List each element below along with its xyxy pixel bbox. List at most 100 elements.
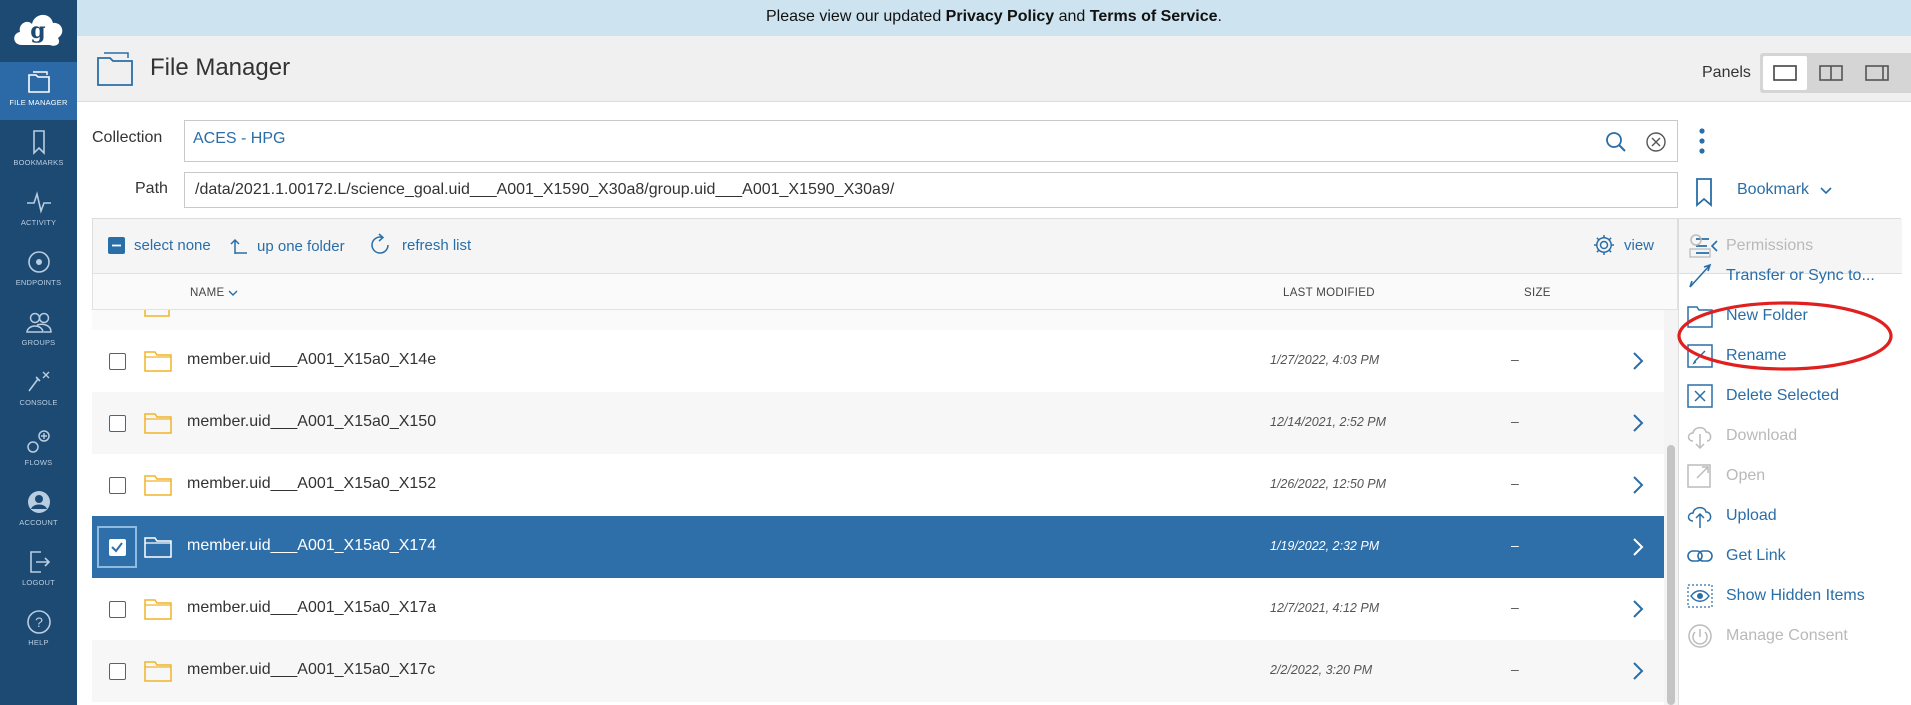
action-upload[interactable]: Upload [1686, 501, 1777, 531]
logout-icon [29, 551, 50, 573]
sidebar-panel-icon [1865, 65, 1889, 81]
scrollbar-thumb[interactable] [1667, 445, 1675, 705]
row-checkbox[interactable] [109, 415, 126, 432]
file-modified: 1/26/2022, 12:50 PM [1270, 477, 1387, 491]
action-rename[interactable]: Rename [1686, 341, 1786, 371]
banner-text: Please view our updated [766, 8, 946, 25]
panel-with-sidebar-button[interactable] [1855, 56, 1899, 90]
nav-file-manager[interactable]: FILE MANAGER [0, 62, 77, 120]
nav-bookmarks[interactable]: BOOKMARKS [0, 122, 77, 180]
file-table-header: NAME LAST MODIFIED SIZE [92, 273, 1678, 310]
nav-endpoints[interactable]: ENDPOINTS [0, 242, 77, 300]
table-row[interactable]: member.uid___A001_X15a0_X174 1/19/2022, 2… [92, 516, 1664, 578]
dual-panel-button[interactable] [1809, 56, 1853, 90]
link-icon [1687, 550, 1713, 562]
row-checkbox[interactable] [109, 539, 126, 556]
file-size: – [1511, 475, 1519, 491]
terms-of-service-link[interactable]: Terms of Service [1090, 8, 1218, 25]
chevron-right-icon[interactable] [1632, 537, 1644, 557]
file-toolbar: select none up one folder refresh list v… [92, 218, 1678, 273]
download-icon [1687, 426, 1712, 450]
actions-panel: Permissions Transfer or Sync to... New Fol… [1678, 218, 1902, 705]
chevron-right-icon[interactable] [1632, 475, 1644, 495]
action-open: Open [1686, 461, 1765, 491]
action-new-folder[interactable]: New Folder [1686, 301, 1808, 331]
up-one-folder-button[interactable]: up one folder [230, 237, 345, 255]
permissions-icon [1689, 234, 1711, 258]
name-column-label: NAME [190, 287, 225, 299]
file-modified: 12/14/2021, 2:52 PM [1270, 415, 1387, 429]
table-row[interactable]: member.uid___A001_X15a0_X152 1/26/2022, 1… [92, 454, 1664, 516]
folder-icon [144, 599, 172, 620]
select-none-label: select none [134, 237, 211, 254]
action-get-link[interactable]: Get Link [1686, 541, 1786, 571]
action-label: Permissions [1726, 237, 1814, 254]
row-checkbox[interactable] [109, 601, 126, 618]
nav-label: ENDPOINTS [15, 278, 62, 287]
privacy-policy-link[interactable]: Privacy Policy [946, 8, 1055, 25]
row-checkbox[interactable] [109, 663, 126, 680]
bookmark-icon [32, 130, 45, 155]
view-settings-button[interactable]: view [1593, 234, 1654, 256]
action-label: Rename [1726, 347, 1787, 364]
nav-logout[interactable]: LOGOUT [0, 542, 77, 600]
action-label: Manage Consent [1726, 627, 1848, 644]
endpoints-icon [27, 251, 50, 273]
collection-input[interactable]: ACES - HPG [184, 120, 1678, 162]
file-list-scrollbar[interactable] [1664, 310, 1678, 705]
row-checkbox[interactable] [109, 477, 126, 494]
file-modified: 12/7/2021, 4:12 PM [1270, 601, 1380, 615]
file-name: member.uid___A001_X15a0_X152 [187, 475, 437, 492]
bookmark-dropdown[interactable]: Bookmark [1737, 181, 1833, 199]
chevron-right-icon[interactable] [1632, 351, 1644, 371]
single-panel-button[interactable] [1763, 56, 1807, 90]
chevron-right-icon[interactable] [1632, 661, 1644, 681]
refresh-list-button[interactable]: refresh list [369, 233, 471, 257]
globus-logo-icon[interactable]: g [10, 5, 66, 51]
refresh-list-label: refresh list [402, 236, 472, 254]
more-options-icon[interactable] [1694, 126, 1710, 156]
size-column-header[interactable]: SIZE [1524, 287, 1551, 299]
file-manager-header-icon [97, 52, 133, 86]
table-row[interactable]: member.uid___A001_X15a0_X14e 1/27/2022, 4… [92, 330, 1664, 392]
select-none-button[interactable]: select none [108, 237, 211, 254]
chevron-right-icon[interactable] [1632, 413, 1644, 433]
clear-icon[interactable] [1645, 131, 1667, 153]
view-label: view [1624, 236, 1655, 254]
file-size: – [1511, 413, 1519, 429]
nav-account[interactable]: ACCOUNT [0, 482, 77, 540]
delete-icon [1687, 384, 1713, 408]
last-modified-column-header[interactable]: LAST MODIFIED [1283, 287, 1375, 299]
action-delete-selected[interactable]: Delete Selected [1686, 381, 1839, 411]
sort-chevron-down-icon [228, 290, 238, 296]
action-show-hidden-items[interactable]: Show Hidden Items [1686, 581, 1865, 611]
nav-activity[interactable]: ACTIVITY [0, 182, 77, 240]
file-modified: 2/2/2022, 3:20 PM [1270, 663, 1373, 677]
table-row[interactable]: member.uid___A001_X15a0_X150 12/14/2021, … [92, 392, 1664, 454]
action-label: Transfer or Sync to... [1726, 267, 1875, 284]
nav-console[interactable]: CONSOLE [0, 362, 77, 420]
path-input[interactable]: /data/2021.1.00172.L/science_goal.uid___… [184, 172, 1678, 208]
search-icon[interactable] [1605, 131, 1627, 153]
action-label: New Folder [1726, 307, 1808, 324]
row-checkbox[interactable] [109, 353, 126, 370]
refresh-icon [371, 233, 389, 254]
console-icon [27, 371, 49, 392]
nav-label: BOOKMARKS [13, 158, 64, 167]
name-column-header[interactable]: NAME [190, 287, 238, 299]
banner-and: and [1054, 8, 1090, 25]
bookmark-icon[interactable] [1694, 177, 1714, 207]
nav-help[interactable]: ? HELP [0, 602, 77, 660]
file-modified: 1/19/2022, 2:32 PM [1270, 539, 1380, 553]
action-download: Download [1686, 421, 1797, 451]
table-row[interactable]: member.uid___A001_X15a0_X17a 12/7/2021, 4… [92, 578, 1664, 640]
nav-flows[interactable]: FLOWS [0, 422, 77, 480]
nav-label: ACCOUNT [19, 518, 58, 527]
chevron-right-icon[interactable] [1632, 599, 1644, 619]
file-name: member.uid___A001_X15a0_X17c [187, 661, 436, 678]
action-transfer-or-sync[interactable]: Transfer or Sync to... [1686, 261, 1875, 291]
nav-label: FLOWS [24, 458, 53, 467]
nav-groups[interactable]: GROUPS [0, 302, 77, 360]
nav-label: LOGOUT [22, 578, 55, 587]
table-row[interactable]: member.uid___A001_X15a0_X17c 2/2/2022, 3:… [92, 640, 1664, 702]
